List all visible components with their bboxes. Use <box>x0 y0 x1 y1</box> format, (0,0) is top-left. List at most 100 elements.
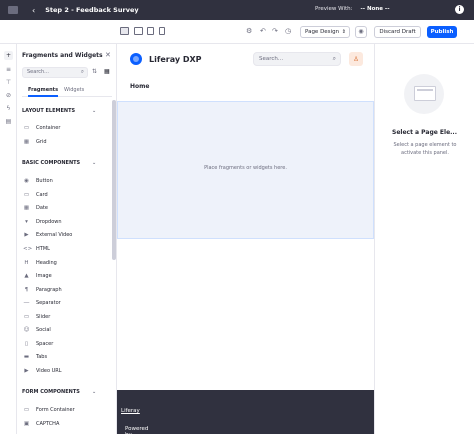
fragment-grid[interactable]: ▦ Grid <box>23 137 109 147</box>
page-canvas: Liferay DXP Search... ⌕ ♙ Home Place fra… <box>117 44 374 434</box>
fragment-heading[interactable]: H Heading <box>23 258 109 268</box>
chevron-down-icon: ⌄ <box>92 389 97 395</box>
page-design-icon[interactable]: ⊤ <box>4 78 13 87</box>
lightning-icon[interactable]: ϟ <box>4 104 13 113</box>
button-icon: ◉ <box>24 178 29 184</box>
info-icon[interactable]: i <box>455 5 464 14</box>
section-layout-elements[interactable]: LAYOUT ELEMENTS ⌄ <box>22 108 96 114</box>
fragment-tabs[interactable]: ▬ Tabs <box>23 352 109 362</box>
fragment-form-container[interactable]: ▭ Form Container <box>23 405 109 415</box>
fragment-dropdown[interactable]: ▾ Dropdown <box>23 217 109 227</box>
form-icon: ▭ <box>23 407 30 413</box>
search-icon: ⌕ <box>80 69 84 75</box>
fragment-html[interactable]: <> HTML <box>23 244 109 254</box>
fragment-paragraph[interactable]: ¶ Paragraph <box>23 285 109 295</box>
item-label: Image <box>36 273 52 279</box>
footer-prefix: Powered by <box>125 426 149 434</box>
mappings-icon[interactable]: ⊘ <box>4 91 13 100</box>
fragment-social[interactable]: ☺ Social <box>23 325 109 335</box>
page-design-select[interactable]: Page Design ⇕ <box>300 26 350 38</box>
spacer-icon: ▯ <box>24 341 29 347</box>
item-label: Spacer <box>36 341 54 347</box>
captcha-icon: ▣ <box>23 421 30 427</box>
tablet-landscape-icon[interactable] <box>134 27 143 35</box>
configuration-panel: Select a Page Ele... Select a page eleme… <box>374 44 474 434</box>
panel-scrollbar[interactable] <box>112 100 116 260</box>
fragment-date[interactable]: ▦ Date <box>23 203 109 213</box>
top-bar: ‹ Step 2 - Feedback Survey Preview With:… <box>0 0 474 20</box>
fragment-slider[interactable]: ▭ Slider <box>23 312 109 322</box>
search-placeholder: Search... <box>27 69 49 75</box>
video-icon: ▶ <box>24 232 29 238</box>
fragment-dropzone[interactable]: Place fragments or widgets here. <box>117 101 374 239</box>
social-icon: ☺ <box>23 327 30 333</box>
empty-state-description: Select a page element to activate this p… <box>393 142 457 156</box>
settings-icon[interactable]: ⚙ <box>246 27 252 35</box>
fragment-spacer[interactable]: ▯ Spacer <box>23 339 109 349</box>
fragment-image[interactable]: ▲ Image <box>23 271 109 281</box>
publish-button[interactable]: Publish <box>427 26 457 38</box>
preview-eye-icon[interactable]: ◉ <box>355 26 367 38</box>
back-button[interactable]: ‹ <box>32 6 35 15</box>
empty-state-title: Select a Page Ele... <box>392 129 457 136</box>
nav-item-home[interactable]: Home <box>130 83 149 90</box>
fragments-search-input[interactable]: Search... ⌕ <box>22 67 88 78</box>
empty-state-illustration <box>404 74 444 114</box>
fragment-card[interactable]: ▭ Card <box>23 190 109 200</box>
history-icon[interactable]: ◷ <box>285 27 291 35</box>
fragment-separator[interactable]: ― Separator <box>23 298 109 308</box>
tablet-portrait-icon[interactable] <box>147 27 154 35</box>
fragment-container[interactable]: ▭ Container <box>23 123 109 133</box>
item-label: Video URL <box>36 368 62 374</box>
section-title: BASIC COMPONENTS <box>22 160 81 166</box>
site-name: Liferay DXP <box>149 55 202 64</box>
site-search-input[interactable]: Search... ⌕ <box>253 52 341 66</box>
mobile-viewport-icon[interactable] <box>159 27 165 35</box>
footer-link[interactable]: Liferay <box>121 408 140 414</box>
item-label: Tabs <box>36 354 48 360</box>
discard-draft-button[interactable]: Discard Draft <box>374 26 421 38</box>
fragment-button[interactable]: ◉ Button <box>23 176 109 186</box>
item-label: Slider <box>36 314 51 320</box>
item-label: HTML <box>36 246 50 252</box>
paragraph-icon: ¶ <box>24 287 29 293</box>
panel-tabs: Fragments Widgets <box>22 85 112 97</box>
close-icon[interactable]: ✕ <box>105 51 111 59</box>
undo-icon[interactable]: ↶ <box>260 27 266 35</box>
tab-widgets[interactable]: Widgets <box>64 87 84 93</box>
item-label: External Video <box>36 232 73 238</box>
browser-icon[interactable]: ≡ <box>4 65 13 74</box>
redo-icon[interactable]: ↷ <box>272 27 278 35</box>
container-icon: ▭ <box>23 125 30 131</box>
comments-icon[interactable]: ▤ <box>4 117 13 126</box>
panel-title: Fragments and Widgets <box>22 52 103 59</box>
section-form-components[interactable]: FORM COMPONENTS ⌄ <box>22 389 96 395</box>
desktop-viewport-icon[interactable] <box>120 27 129 35</box>
sidebar-rail: + ≡ ⊤ ⊘ ϟ ▤ <box>0 44 17 434</box>
separator-icon: ― <box>23 300 30 306</box>
item-label: Paragraph <box>36 287 62 293</box>
dropzone-text: Place fragments or widgets here. <box>204 165 287 171</box>
card-icon: ▭ <box>23 192 30 198</box>
item-label: Separator <box>36 300 61 306</box>
preview-with[interactable]: Preview With: -- None -- <box>315 6 390 12</box>
sort-icon[interactable]: ⇅ <box>92 68 97 75</box>
section-title: LAYOUT ELEMENTS <box>22 108 76 114</box>
dropdown-icon: ▾ <box>25 219 28 225</box>
grid-view-icon[interactable]: ▦ <box>104 68 110 75</box>
code-icon: <> <box>23 246 33 252</box>
fragment-external-video[interactable]: ▶ External Video <box>23 230 109 240</box>
fragment-captcha[interactable]: ▣ CAPTCHA <box>23 419 109 429</box>
item-label: Container <box>36 125 61 131</box>
fragment-video-url[interactable]: ▶ Video URL <box>23 366 109 376</box>
item-label: Button <box>36 178 53 184</box>
grid-icon: ▦ <box>23 139 30 145</box>
page-footer: Powered by Liferay <box>117 390 374 434</box>
video-icon: ▶ <box>24 368 29 374</box>
item-label: Date <box>36 205 48 211</box>
add-fragments-icon[interactable]: + <box>4 51 13 60</box>
user-avatar-icon[interactable]: ♙ <box>349 52 363 66</box>
section-basic-components[interactable]: BASIC COMPONENTS ⌄ <box>22 160 96 166</box>
chevron-down-icon: ⌄ <box>92 160 97 166</box>
tab-fragments[interactable]: Fragments <box>28 87 59 97</box>
